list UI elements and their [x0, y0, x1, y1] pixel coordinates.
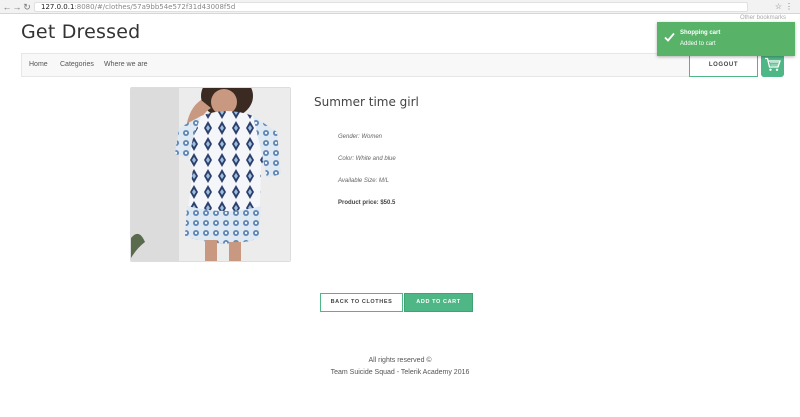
back-arrow-icon[interactable]: ← [2, 2, 12, 12]
url-host: 127.0.0.1 [41, 3, 75, 11]
product-image [130, 87, 291, 262]
browser-menu-icons[interactable]: ☆⋮ [775, 2, 796, 11]
checkmark-icon [664, 32, 675, 42]
bookmarks-link[interactable]: Other bookmarks [740, 15, 786, 21]
footer-rights: All rights reserved © [368, 357, 432, 364]
url-path: :8080/#/clothes/57a9bb54e572f31d43008f5d [74, 3, 236, 11]
product-gender: Gender: Women [338, 134, 383, 140]
back-to-clothes-button[interactable]: BACK TO CLOTHES [320, 293, 403, 312]
logout-button[interactable]: LOGOUT [689, 53, 758, 77]
product-title: Summer time girl [314, 95, 419, 109]
toast-message: Added to cart [680, 41, 716, 47]
nav-home[interactable]: Home [29, 61, 48, 68]
toast-title: Shopping cart [680, 30, 721, 36]
site-brand[interactable]: Get Dressed [21, 21, 140, 43]
nav-where-we-are[interactable]: Where we are [104, 61, 148, 68]
add-to-cart-button[interactable]: ADD TO CART [404, 293, 473, 312]
browser-toolbar: ← → ↻ 127.0.0.1:8080/#/clothes/57a9bb54e… [0, 0, 800, 14]
product-photo [131, 88, 290, 261]
cart-notification-toast[interactable]: Shopping cart Added to cart [657, 22, 795, 56]
product-color: Color: White and blue [338, 156, 396, 162]
product-price: Product price: $50.5 [338, 200, 396, 206]
forward-arrow-icon[interactable]: → [12, 2, 22, 12]
reload-icon[interactable]: ↻ [22, 2, 32, 12]
shopping-cart-icon [765, 57, 781, 71]
address-bar[interactable]: 127.0.0.1:8080/#/clothes/57a9bb54e572f31… [34, 2, 748, 12]
product-size: Available Size: M/L [338, 178, 389, 184]
footer-credits: Team Suicide Squad - Telerik Academy 201… [330, 369, 470, 376]
nav-categories[interactable]: Categories [60, 61, 94, 68]
main-navbar: Home Categories Where we are [21, 53, 689, 77]
cart-button[interactable] [761, 53, 784, 77]
